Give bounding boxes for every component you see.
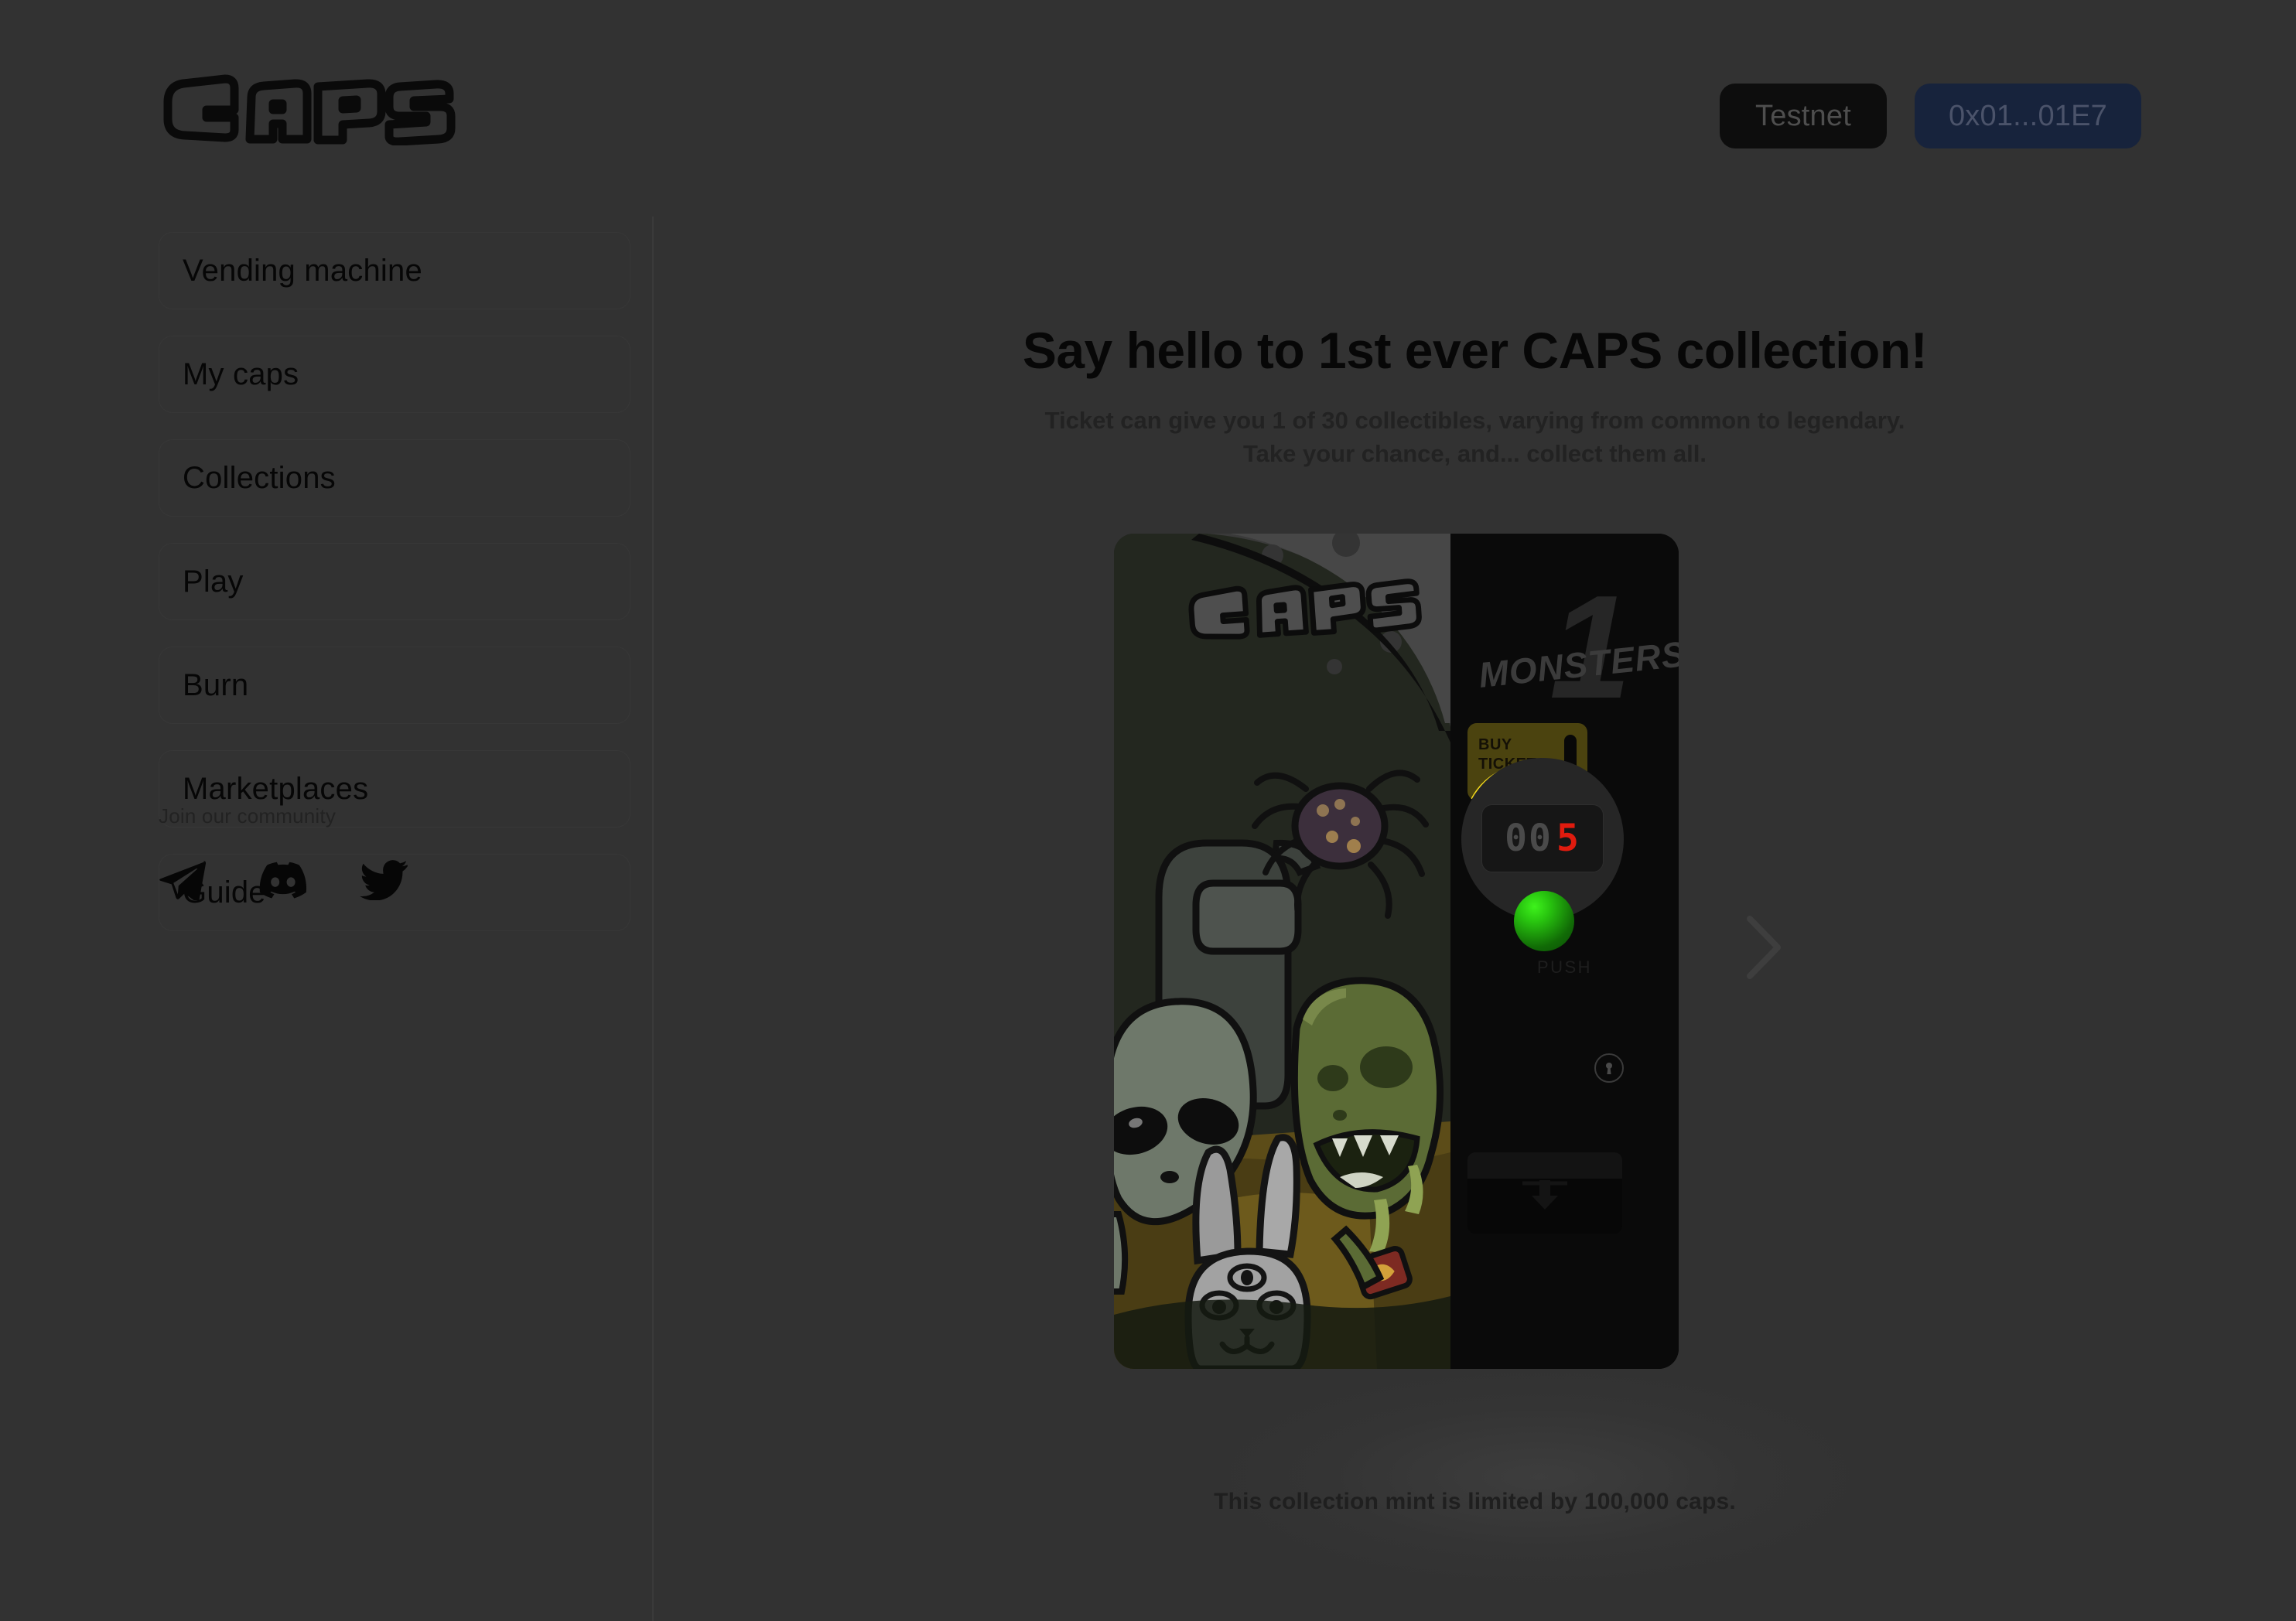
down-arrow-icon xyxy=(1518,1179,1572,1215)
sidebar-item-label: Burn xyxy=(183,667,249,702)
main-content: Say hello to 1st ever CAPS collection! T… xyxy=(654,217,2296,1621)
sidebar-item-label: Collections xyxy=(183,460,336,495)
counter-dim-digits: 00 xyxy=(1505,817,1553,860)
twitter-icon[interactable] xyxy=(360,856,408,904)
wallet-address-button[interactable]: 0x01...01E7 xyxy=(1914,84,2141,148)
sidebar-item-my-caps[interactable]: My caps xyxy=(159,336,630,413)
push-button-label: PUSH xyxy=(1536,957,1593,977)
caps-wordmark-logo[interactable] xyxy=(159,68,456,145)
machine-branding: 1 MONSTERS xyxy=(1450,557,1679,721)
discord-icon[interactable] xyxy=(259,856,307,904)
page-subtitle: Ticket can give you 1 of 30 collectibles… xyxy=(654,404,2296,471)
app-root: Testnet 0x01...01E7 Vending machine My c… xyxy=(0,0,2296,1621)
sidebar-item-label: Play xyxy=(183,564,244,599)
sidebar-item-collections[interactable]: Collections xyxy=(159,439,630,517)
sidebar-item-play[interactable]: Play xyxy=(159,543,630,620)
community-section: Join our community xyxy=(159,804,630,904)
sidebar-item-burn[interactable]: Burn xyxy=(159,647,630,724)
sidebar: Vending machine My caps Collections Play… xyxy=(0,217,654,1621)
telegram-icon[interactable] xyxy=(159,856,207,904)
buy-tickets-line-1: BUY xyxy=(1478,736,1512,753)
mint-limit-note: This collection mint is limited by 100,0… xyxy=(1214,1489,1736,1514)
sidebar-item-label: Vending machine xyxy=(183,253,422,288)
subtitle-line-2: Take your chance, and... collect them al… xyxy=(1243,439,1707,467)
vending-machine-card[interactable]: 1 MONSTERS BUY TICKETS 00 5 xyxy=(1114,534,1679,1369)
carousel-next-button[interactable] xyxy=(1741,913,1787,982)
sidebar-item-label: Marketplaces xyxy=(183,771,369,806)
social-links xyxy=(159,856,630,904)
keyhole-icon xyxy=(1594,1053,1624,1083)
counter-active-digit: 5 xyxy=(1556,817,1580,860)
header-actions: Testnet 0x01...01E7 xyxy=(1720,84,2141,148)
network-badge[interactable]: Testnet xyxy=(1720,84,1887,148)
dispenser-tray[interactable] xyxy=(1467,1152,1622,1234)
machine-control-panel: 1 MONSTERS BUY TICKETS 00 5 xyxy=(1450,534,1679,1369)
app-header: Testnet 0x01...01E7 xyxy=(0,0,2296,217)
sidebar-item-label: My caps xyxy=(183,357,299,391)
subtitle-line-1: Ticket can give you 1 of 30 collectibles… xyxy=(1044,407,1905,434)
machine-glow xyxy=(1195,1361,1884,1593)
page-title: Say hello to 1st ever CAPS collection! xyxy=(1022,322,1928,379)
tray-lip xyxy=(1467,1152,1622,1179)
sidebar-item-vending-machine[interactable]: Vending machine xyxy=(159,232,630,309)
community-title: Join our community xyxy=(159,804,337,828)
machine-poster-artwork xyxy=(1114,534,1450,1369)
ticket-counter-display: 00 5 xyxy=(1481,804,1604,872)
push-button[interactable] xyxy=(1514,891,1574,951)
